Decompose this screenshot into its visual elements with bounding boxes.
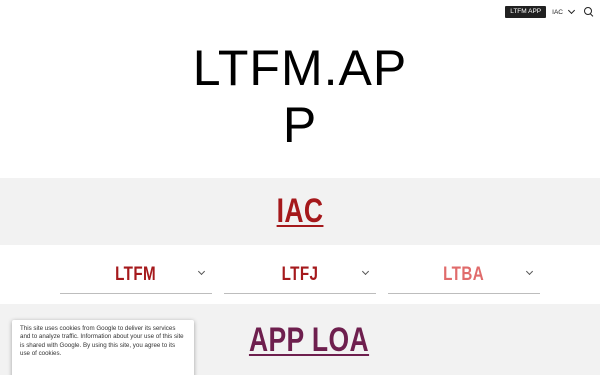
chevron-down-icon (525, 267, 534, 276)
airport-dropdown-row: LTFM LTFJ LTBA (0, 256, 600, 296)
top-navigation: LTFM APP IAC (505, 4, 594, 20)
dropdown-ltba[interactable]: LTBA (388, 256, 540, 294)
search-icon[interactable] (584, 7, 594, 17)
chevron-down-icon (361, 267, 370, 276)
site-title: LTFM.AP P (0, 40, 600, 154)
nav-item-iac[interactable]: IAC (552, 6, 576, 16)
dropdown-ltfm-label: LTFM (115, 263, 157, 285)
cookie-banner-text: This site uses cookies from Google to de… (20, 325, 184, 358)
dropdown-ltfm[interactable]: LTFM (60, 256, 212, 294)
site-title-line1: LTFM.AP (192, 40, 408, 96)
dropdown-ltba-label: LTBA (443, 263, 485, 285)
dropdown-ltfj-label: LTFJ (281, 263, 319, 285)
nav-item-iac-label: IAC (552, 8, 563, 16)
app-loa-link[interactable]: APP LOA (249, 321, 369, 361)
chevron-down-icon (567, 6, 576, 15)
iac-link[interactable]: IAC (277, 192, 324, 231)
cookie-banner: This site uses cookies from Google to de… (12, 320, 194, 375)
chevron-down-icon (197, 267, 206, 276)
site-title-line2: P (282, 97, 318, 153)
iac-section: IAC (0, 178, 600, 245)
nav-item-ltfm-app[interactable]: LTFM APP (505, 5, 547, 19)
dropdown-ltfj[interactable]: LTFJ (224, 256, 376, 294)
